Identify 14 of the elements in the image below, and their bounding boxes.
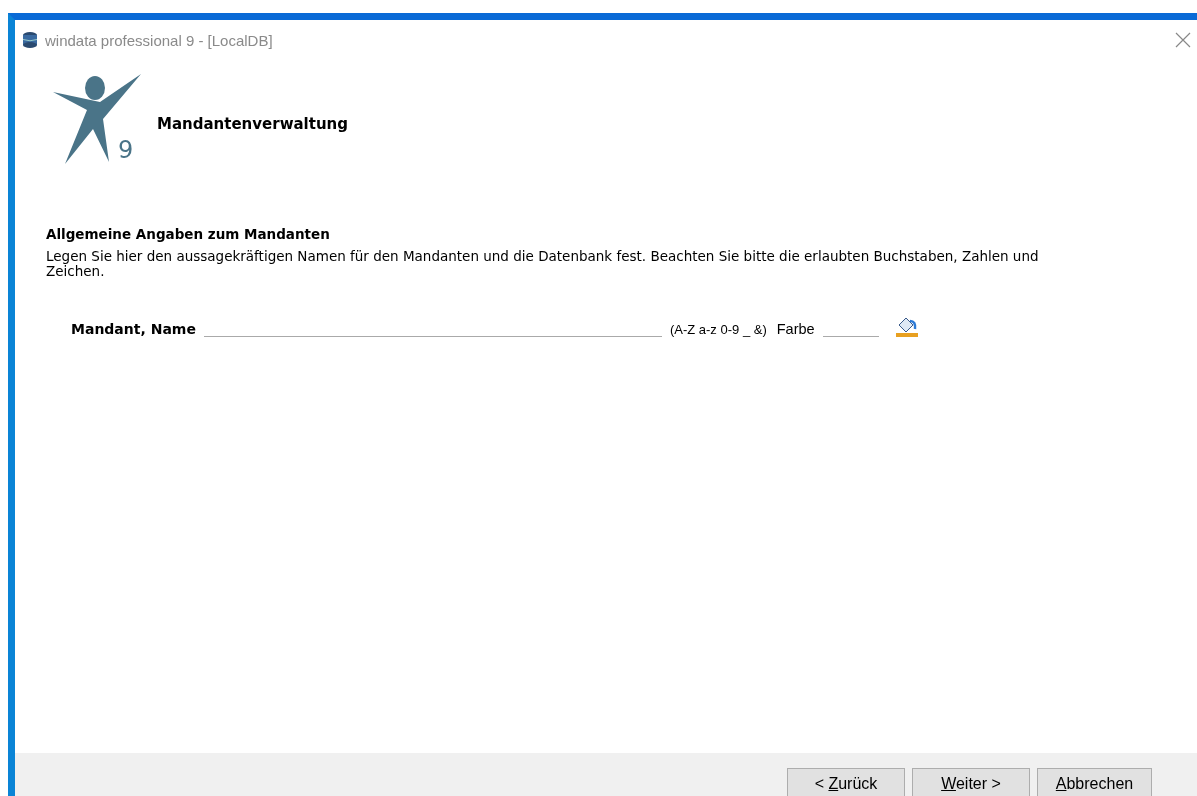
field-label: Mandant, Name xyxy=(71,321,196,337)
color-label: Farbe xyxy=(776,321,815,337)
wizard-button[interactable]: Weiter > xyxy=(912,768,1030,796)
section-description: Legen Sie hier den aussagekräftigen Namen für den Mandanten und die Datenbank fest. Beachten Sie bitte die erlaubten Buchstaben, Zahlen und Zeichen. xyxy=(46,249,1040,279)
allowed-characters-hint: (A-Z a-z 0-9 _ &) xyxy=(669,322,767,337)
logo-digit: 9 xyxy=(118,136,134,164)
paint-bucket-icon[interactable] xyxy=(894,315,919,337)
page-title: Mandantenverwaltung xyxy=(157,115,349,133)
wizard-button[interactable]: Abbrechen xyxy=(1037,768,1152,796)
close-icon[interactable] xyxy=(1175,32,1191,48)
section-heading: Allgemeine Angaben zum Mandanten xyxy=(46,226,331,242)
window-title: windata professional 9 - [LocalDB] xyxy=(45,31,274,49)
wizard-button[interactable]: < Zurück xyxy=(787,768,905,796)
database-icon xyxy=(21,31,39,49)
